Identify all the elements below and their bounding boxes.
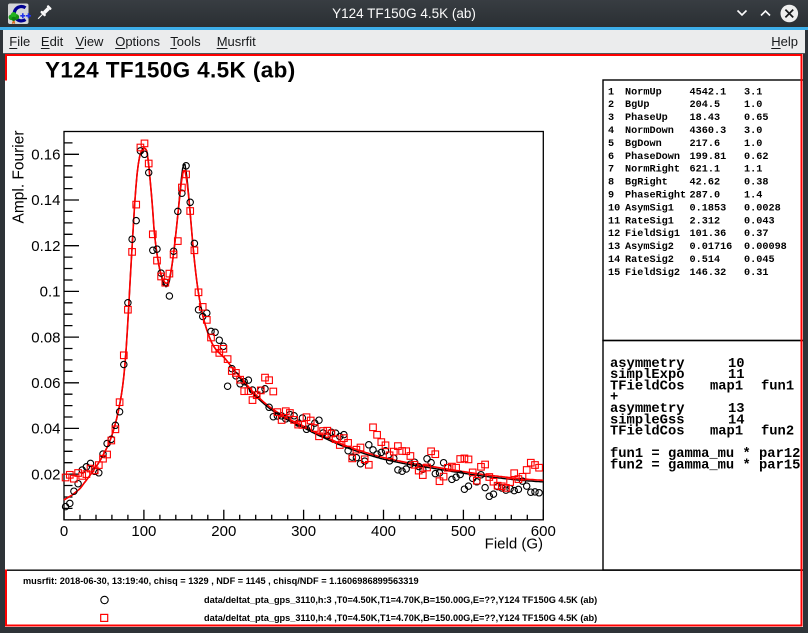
svg-text:data/deltat_pta_gps_3110,h:4 ,: data/deltat_pta_gps_3110,h:4 ,T0=4.50K,T… bbox=[204, 613, 597, 623]
svg-text:0.04: 0.04 bbox=[31, 421, 60, 438]
svg-text:400: 400 bbox=[371, 523, 396, 540]
svg-text:100: 100 bbox=[131, 523, 156, 540]
svg-text:8BgRight42.620.38: 8BgRight42.620.38 bbox=[608, 177, 768, 189]
svg-text:data/deltat_pta_gps_3110,h:3 ,: data/deltat_pta_gps_3110,h:3 ,T0=4.50K,T… bbox=[204, 595, 597, 605]
svg-text:300: 300 bbox=[291, 523, 316, 540]
svg-text:11RateSig12.3120.043: 11RateSig12.3120.043 bbox=[608, 215, 775, 227]
svg-text:200: 200 bbox=[211, 523, 236, 540]
svg-text:2BgUp204.51.0: 2BgUp204.51.0 bbox=[608, 100, 762, 111]
svg-text:0.02: 0.02 bbox=[31, 466, 60, 483]
svg-text:Field (G): Field (G) bbox=[485, 536, 543, 553]
svg-text:15FieldSig2146.320.31: 15FieldSig2146.320.31 bbox=[608, 267, 768, 279]
svg-text:10AsymSig10.18530.0028: 10AsymSig10.18530.0028 bbox=[608, 202, 781, 214]
svg-text:0.16: 0.16 bbox=[31, 147, 60, 164]
svg-text:0.08: 0.08 bbox=[31, 329, 60, 346]
svg-text:0.12: 0.12 bbox=[31, 238, 60, 255]
svg-text:4NormDown4360.33.0: 4NormDown4360.33.0 bbox=[608, 126, 762, 137]
svg-text:14RateSig20.5140.045: 14RateSig20.5140.045 bbox=[608, 254, 775, 266]
svg-text:0.14: 0.14 bbox=[31, 192, 60, 209]
svg-text:TFieldCosmap1fun2: TFieldCosmap1fun2 bbox=[610, 424, 794, 440]
svg-text:500: 500 bbox=[451, 523, 476, 540]
svg-text:5BgDown217.61.0: 5BgDown217.61.0 bbox=[608, 139, 762, 150]
svg-text:TFieldCosmap1fun1: TFieldCosmap1fun1 bbox=[610, 378, 794, 394]
svg-text:7NormRight621.11.1: 7NormRight621.11.1 bbox=[608, 164, 762, 176]
svg-text:13AsymSig20.017160.00098: 13AsymSig20.017160.00098 bbox=[608, 241, 787, 253]
svg-text:0.1: 0.1 bbox=[40, 284, 61, 301]
svg-text:Ampl. Fourier: Ampl. Fourier bbox=[11, 130, 28, 223]
svg-text:9PhaseRight287.01.4: 9PhaseRight287.01.4 bbox=[608, 190, 762, 202]
svg-text:musrfit: 2018-06-30, 13:19:40,: musrfit: 2018-06-30, 13:19:40, chisq = 1… bbox=[23, 576, 419, 586]
svg-text:fun2 = gamma_mu * par15: fun2 = gamma_mu * par15 bbox=[610, 458, 800, 474]
svg-text:0.06: 0.06 bbox=[31, 375, 60, 392]
svg-text:Y124 TF150G 4.5K (ab): Y124 TF150G 4.5K (ab) bbox=[45, 58, 296, 83]
svg-text:1NormUp4542.13.1: 1NormUp4542.13.1 bbox=[608, 87, 762, 98]
svg-text:3PhaseUp18.430.65: 3PhaseUp18.430.65 bbox=[608, 112, 768, 124]
svg-text:12FieldSig1101.360.37: 12FieldSig1101.360.37 bbox=[608, 228, 768, 240]
svg-text:0: 0 bbox=[60, 523, 68, 540]
svg-text:6PhaseDown199.810.62: 6PhaseDown199.810.62 bbox=[608, 151, 768, 163]
